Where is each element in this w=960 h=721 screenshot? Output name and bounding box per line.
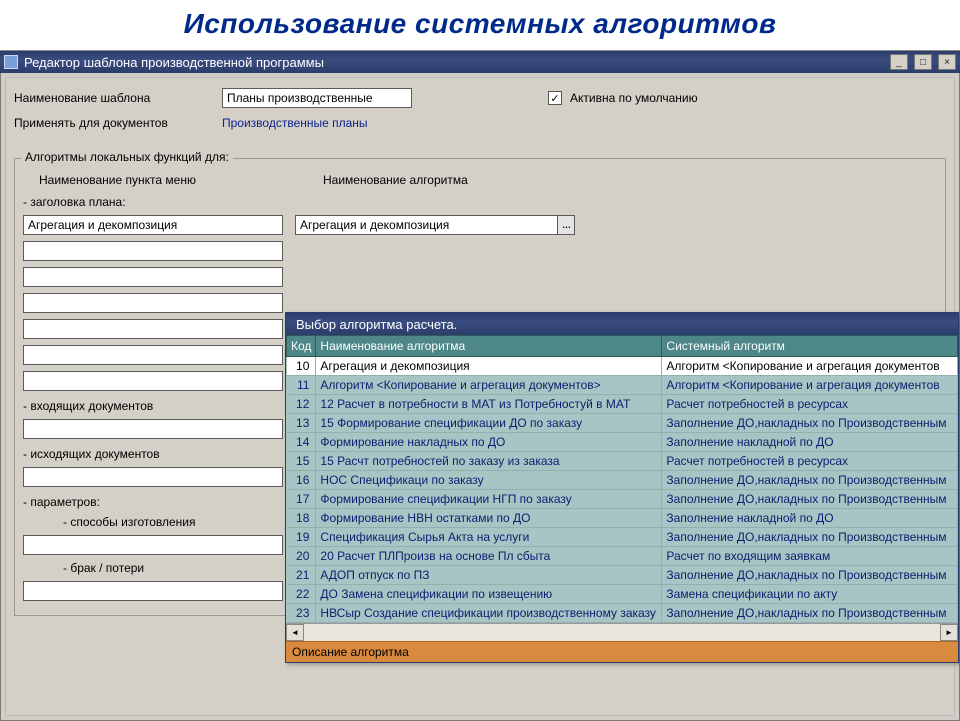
grid-cell-sys: Заполнение ДО,накладных по Производствен…	[662, 528, 958, 547]
grid-cell-name: Алгоритм <Копирование и агрегация докуме…	[316, 376, 662, 395]
table-row[interactable]: 18Формирование НВН остатками по ДОЗаполн…	[287, 509, 958, 528]
table-row[interactable]: 2020 Расчет ПЛПроизв на основе Пл сбытаР…	[287, 547, 958, 566]
table-row[interactable]: 22ДО Замена спецификации по извещениюЗам…	[287, 585, 958, 604]
grid-cell-name: 15 Формирование спецификации ДО по заказ…	[316, 414, 662, 433]
algorithm-description-label: Описание алгоритма	[286, 641, 958, 662]
grid-cell-code: 14	[287, 433, 316, 452]
grid-cell-name: 15 Расчт потребностей по заказу из заказ…	[316, 452, 662, 471]
algorithms-group-legend: Алгоритмы локальных функций для:	[21, 150, 233, 164]
picker-titlebar: Выбор алгоритма расчета.	[286, 313, 958, 335]
grid-cell-name: Спецификация Сырья Акта на услуги	[316, 528, 662, 547]
grid-header-sys[interactable]: Системный алгоритм	[662, 336, 958, 357]
grid-cell-sys: Заполнение накладной по ДО	[662, 433, 958, 452]
grid-cell-code: 23	[287, 604, 316, 623]
grid-cell-code: 17	[287, 490, 316, 509]
template-name-label: Наименование шаблона	[14, 91, 214, 105]
grid-cell-code: 13	[287, 414, 316, 433]
table-row[interactable]: 1515 Расчт потребностей по заказу из зак…	[287, 452, 958, 471]
grid-cell-code: 19	[287, 528, 316, 547]
grid-cell-sys: Замена спецификации по акту	[662, 585, 958, 604]
grid-cell-code: 21	[287, 566, 316, 585]
scroll-track[interactable]	[304, 624, 940, 641]
grid-cell-name: Формирование накладных по ДО	[316, 433, 662, 452]
table-row[interactable]: 11Алгоритм <Копирование и агрегация доку…	[287, 376, 958, 395]
close-button[interactable]: ×	[938, 54, 956, 70]
editor-window-title: Редактор шаблона производственной програ…	[24, 55, 324, 70]
methods-menu-input[interactable]	[23, 535, 283, 555]
grid-cell-sys: Заполнение ДО,накладных по Производствен…	[662, 604, 958, 623]
grid-cell-sys: Алгоритм <Копирование и агрегация докуме…	[662, 357, 958, 376]
table-row[interactable]: 21АДОП отпуск по ПЗЗаполнение ДО,накладн…	[287, 566, 958, 585]
table-row[interactable]: 16НОС Спецификаци по заказуЗаполнение ДО…	[287, 471, 958, 490]
menu-input[interactable]	[23, 371, 283, 391]
apply-for-label: Применять для документов	[14, 116, 214, 130]
grid-header-name[interactable]: Наименование алгоритма	[316, 336, 662, 357]
grid-cell-name: Агрегация и декомпозиция	[316, 357, 662, 376]
incoming-menu-input[interactable]	[23, 419, 283, 439]
slide-title: Использование системных алгоритмов	[0, 0, 960, 46]
sub-plan-header: - заголовка плана:	[23, 195, 937, 209]
grid-cell-code: 10	[287, 357, 316, 376]
grid-cell-name: НОС Спецификаци по заказу	[316, 471, 662, 490]
minimize-button[interactable]: _	[890, 54, 908, 70]
plan-header-algo-input[interactable]	[295, 215, 557, 235]
grid-cell-sys: Заполнение ДО,накладных по Производствен…	[662, 490, 958, 509]
algorithm-picker-window: Выбор алгоритма расчета. Код Наименовани…	[285, 312, 959, 663]
template-name-input[interactable]	[222, 88, 412, 108]
col-header-menu: Наименование пункта меню	[23, 173, 323, 187]
grid-cell-sys: Расчет по входящим заявкам	[662, 547, 958, 566]
grid-cell-name: АДОП отпуск по ПЗ	[316, 566, 662, 585]
table-row[interactable]: 23НВСыр Создание спецификации производст…	[287, 604, 958, 623]
grid-cell-name: Формирование спецификации НГП по заказу	[316, 490, 662, 509]
horizontal-scrollbar[interactable]: ◄ ►	[286, 623, 958, 641]
plan-header-algo-picker-button[interactable]: …	[557, 215, 575, 235]
menu-input[interactable]	[23, 241, 283, 261]
grid-cell-code: 22	[287, 585, 316, 604]
col-header-algo: Наименование алгоритма	[323, 173, 623, 187]
table-row[interactable]: 10Агрегация и декомпозицияАлгоритм <Копи…	[287, 357, 958, 376]
grid-cell-name: ДО Замена спецификации по извещению	[316, 585, 662, 604]
table-row[interactable]: 1315 Формирование спецификации ДО по зак…	[287, 414, 958, 433]
grid-cell-code: 15	[287, 452, 316, 471]
menu-input[interactable]	[23, 345, 283, 365]
menu-input[interactable]	[23, 293, 283, 313]
grid-cell-name: Формирование НВН остатками по ДО	[316, 509, 662, 528]
table-row[interactable]: 14Формирование накладных по ДОЗаполнение…	[287, 433, 958, 452]
grid-cell-name: 20 Расчет ПЛПроизв на основе Пл сбыта	[316, 547, 662, 566]
grid-cell-code: 11	[287, 376, 316, 395]
algorithm-grid[interactable]: Код Наименование алгоритма Системный алг…	[286, 335, 958, 623]
grid-cell-sys: Заполнение накладной по ДО	[662, 509, 958, 528]
outgoing-menu-input[interactable]	[23, 467, 283, 487]
grid-cell-sys: Алгоритм <Копирование и агрегация докуме…	[662, 376, 958, 395]
apply-for-link[interactable]: Производственные планы	[222, 116, 368, 130]
grid-cell-code: 20	[287, 547, 316, 566]
picker-window-title: Выбор алгоритма расчета.	[296, 317, 457, 332]
table-row[interactable]: 19Спецификация Сырья Акта на услугиЗапол…	[287, 528, 958, 547]
grid-cell-name: 12 Расчет в потребности в МАТ из Потребн…	[316, 395, 662, 414]
scroll-right-icon[interactable]: ►	[940, 624, 958, 641]
loss-menu-input[interactable]	[23, 581, 283, 601]
grid-cell-sys: Заполнение ДО,накладных по Производствен…	[662, 471, 958, 490]
active-default-checkbox[interactable]: ✓	[548, 91, 562, 105]
grid-cell-code: 18	[287, 509, 316, 528]
menu-input[interactable]	[23, 267, 283, 287]
active-default-label: Активна по умолчанию	[570, 91, 698, 105]
menu-input[interactable]	[23, 319, 283, 339]
maximize-button[interactable]: □	[914, 54, 932, 70]
grid-header-code[interactable]: Код	[287, 336, 316, 357]
grid-cell-sys: Расчет потребностей в ресурсах	[662, 395, 958, 414]
grid-cell-sys: Расчет потребностей в ресурсах	[662, 452, 958, 471]
grid-cell-name: НВСыр Создание спецификации производстве…	[316, 604, 662, 623]
grid-cell-code: 16	[287, 471, 316, 490]
grid-cell-code: 12	[287, 395, 316, 414]
app-icon	[4, 55, 18, 69]
editor-titlebar: Редактор шаблона производственной програ…	[0, 51, 960, 73]
plan-header-menu-input[interactable]	[23, 215, 283, 235]
grid-cell-sys: Заполнение ДО,накладных по Производствен…	[662, 566, 958, 585]
grid-cell-sys: Заполнение ДО,накладных по Производствен…	[662, 414, 958, 433]
scroll-left-icon[interactable]: ◄	[286, 624, 304, 641]
table-row[interactable]: 17Формирование спецификации НГП по заказ…	[287, 490, 958, 509]
table-row[interactable]: 1212 Расчет в потребности в МАТ из Потре…	[287, 395, 958, 414]
